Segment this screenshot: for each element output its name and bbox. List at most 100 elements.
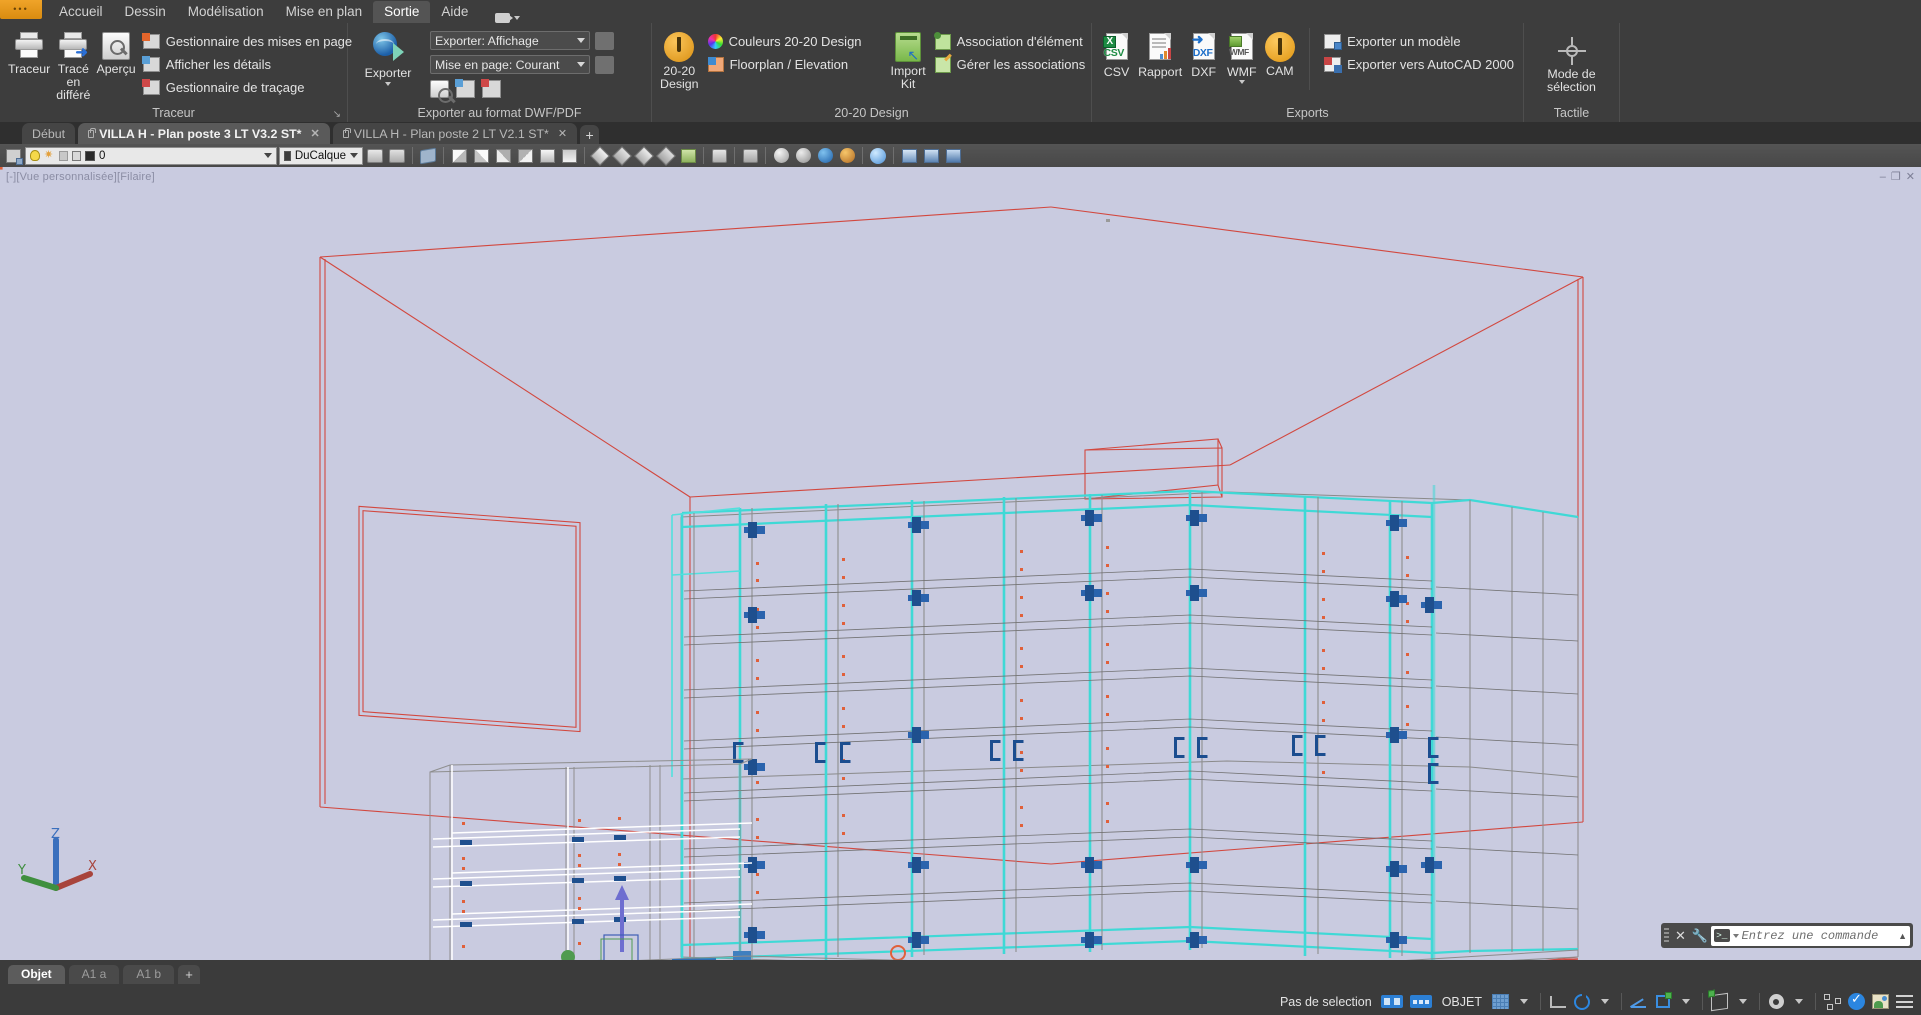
3d-osnap-icon[interactable] [1708,989,1730,1012]
paper-space-icon[interactable] [1408,992,1434,1012]
document-tab-villa-h-poste-2[interactable]: VILLA H - Plan poste 2 LT V2.1 ST* ✕ [332,123,578,144]
layout-tab-objet[interactable]: Objet [8,964,65,984]
ucs-icon[interactable] [709,146,729,165]
new-document-tab-button[interactable]: + [580,125,600,144]
ribbon-tab-modelisation[interactable]: Modélisation [177,1,275,23]
chevron-down-icon[interactable] [514,16,521,20]
pdf-export-icon[interactable] [481,79,501,98]
rapport-button[interactable]: Rapport [1136,28,1184,79]
model-space-icon[interactable] [1379,992,1405,1012]
osnap-dropdown-icon[interactable] [1676,992,1696,1012]
close-icon[interactable]: ✕ [558,127,567,140]
grid-dropdown-icon[interactable] [1514,992,1534,1012]
shade-2d-wireframe-icon[interactable] [590,145,610,166]
visual-style-manager-icon[interactable] [678,146,698,165]
wmf-export-button[interactable]: WMF WMF [1223,28,1260,84]
shade-hidden-icon[interactable] [634,145,654,166]
page-setup-combo[interactable]: Mise en page: Courant [430,55,590,74]
afficher-les-details-button[interactable]: Afficher les détails [140,53,355,76]
3d-orbit-icon[interactable] [418,146,438,165]
layer-selector-combo[interactable]: ✷ 0 [25,146,277,165]
dwf-export-icon[interactable] [455,79,475,98]
make-current-icon[interactable] [365,146,385,165]
selection-cycling-icon[interactable] [1822,992,1843,1012]
material-map-icon[interactable] [943,146,963,165]
customization-icon[interactable] [1894,992,1915,1012]
freeze-icon[interactable]: ✷ [44,150,55,161]
view-se-isometric-icon[interactable] [471,146,491,165]
layout-tab-a1-a[interactable]: A1 a [68,964,120,984]
export-scope-combo[interactable]: Exporter: Affichage [430,31,590,50]
application-menu-button[interactable]: ••• [0,0,42,19]
exporter-vers-autocad-button[interactable]: Exporter vers AutoCAD 2000 [1321,53,1517,76]
lock-icon[interactable] [72,150,81,161]
ucs-named-icon[interactable] [740,146,760,165]
chevron-down-icon[interactable] [264,153,272,158]
shade-3d-wireframe-icon[interactable] [612,145,632,166]
exporter-dropdown-icon[interactable] [385,82,391,86]
freeze-layer-icon[interactable] [59,150,68,161]
gerer-associations-button[interactable]: Gérer les associations [932,53,1089,76]
chevron-down-icon[interactable] [1732,933,1739,938]
ribbon-tab-aide[interactable]: Aide [430,1,479,23]
color-selector-combo[interactable]: DuCalque [279,146,363,165]
ribbon-tab-accueil[interactable]: Accueil [48,1,114,23]
command-input[interactable]: >_ Entrez une commande ▲ [1711,925,1910,946]
2020-design-button[interactable]: 20-20 Design [658,28,701,91]
polar-dropdown-icon[interactable] [1595,992,1615,1012]
3dosnap-dropdown-icon[interactable] [1733,992,1753,1012]
drag-handle-icon[interactable] [1664,928,1669,943]
material-attach-icon[interactable] [921,146,941,165]
camera-icon[interactable] [495,13,514,23]
view-top-icon[interactable] [537,146,557,165]
layer-properties-icon[interactable] [3,146,23,165]
mode-de-selection-button[interactable]: Mode de sélection [1530,33,1613,94]
close-icon[interactable]: ✕ [1672,928,1689,944]
workspace-icon[interactable] [1870,992,1891,1012]
shade-conceptual-icon[interactable] [656,145,676,166]
light-bulb-on-icon[interactable] [30,150,40,161]
gestionnaire-mises-en-page-button[interactable]: Gestionnaire des mises en page [140,30,355,53]
sun-properties-icon[interactable] [868,146,888,165]
command-line[interactable]: ✕ 🔧 >_ Entrez une commande ▲ [1661,923,1913,948]
view-bottom-icon[interactable] [559,146,579,165]
settings-icon[interactable] [1766,992,1786,1012]
drawing-viewport[interactable]: [-][Vue personnalisée][Filaire] – ❐ ✕ Z … [0,167,1921,960]
gestionnaire-de-tracage-button[interactable]: Gestionnaire de traçage [140,76,355,99]
preview-icon[interactable] [430,80,453,103]
import-kit-button[interactable]: ↖ Import Kit [889,28,928,91]
osnap-settings-icon[interactable] [1653,992,1673,1012]
view-ne-isometric-icon[interactable] [493,146,513,165]
cam-export-button[interactable]: CAM [1261,28,1298,78]
couleurs-2020-design-button[interactable]: Couleurs 20-20 Design [705,30,865,53]
match-layer-icon[interactable] [387,146,407,165]
export-settings-icon[interactable] [595,31,614,50]
render-expose-icon[interactable] [837,146,857,165]
ribbon-tab-mise-en-plan[interactable]: Mise en plan [275,1,374,23]
export-copy-icon[interactable] [595,55,614,74]
exporter-button[interactable]: Exporter [354,28,422,86]
view-sw-isometric-icon[interactable] [449,146,469,165]
ribbon-tab-sortie[interactable]: Sortie [373,1,431,23]
document-tab-debut[interactable]: Début [22,123,76,144]
add-layout-button[interactable]: + [178,964,201,984]
polar-tracking-icon[interactable] [1572,992,1592,1012]
association-element-button[interactable]: Association d'élément [932,30,1089,53]
layout-tab-a1-b[interactable]: A1 b [123,964,175,984]
wmf-dropdown-icon[interactable] [1238,80,1245,84]
plot-icon[interactable] [85,150,95,161]
object-snap-icon[interactable] [1628,992,1650,1012]
apercu-button[interactable]: Aperçu [94,28,137,76]
csv-export-button[interactable]: CSV CSV [1098,28,1135,79]
trace-en-differe-button[interactable]: ➜ Tracé en différé [54,28,92,102]
wrench-icon[interactable]: 🔧 [1692,928,1708,944]
chevron-down-icon[interactable] [350,153,358,158]
floorplan-elevation-button[interactable]: Floorplan / Elevation [705,53,865,76]
grid-display-icon[interactable] [1490,992,1511,1012]
settings-dropdown-icon[interactable] [1789,992,1809,1012]
traceur-button[interactable]: Traceur [6,28,52,76]
ribbon-tab-dessin[interactable]: Dessin [114,1,177,23]
chevron-up-icon[interactable]: ▲ [1898,931,1907,941]
ortho-mode-icon[interactable] [1547,992,1569,1012]
render-env-icon[interactable] [815,146,835,165]
